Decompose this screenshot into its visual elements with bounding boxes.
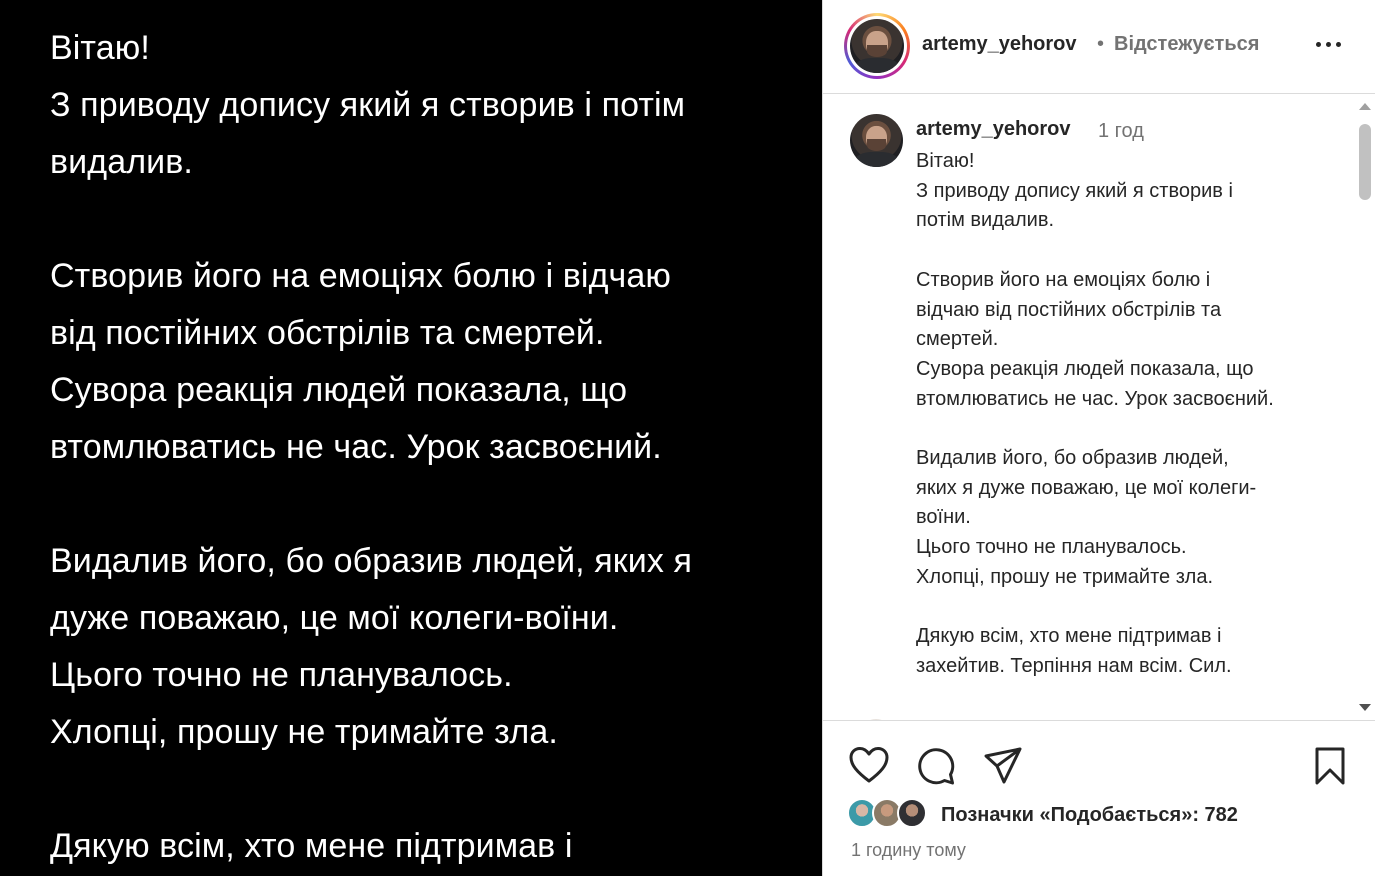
scroll-up-arrow-icon[interactable] (1359, 103, 1371, 110)
media-text: Вітаю! З приводу допису який я створив і… (50, 29, 693, 865)
post-media[interactable]: Вітаю! З приводу допису який я створив і… (0, 0, 822, 876)
follow-status[interactable]: Відстежується (1114, 33, 1259, 56)
story-ring[interactable] (844, 13, 910, 79)
scrollbar[interactable] (1355, 95, 1375, 720)
likes-count[interactable]: Позначки «Подобається»: 782 (941, 804, 1238, 827)
likes-row[interactable]: Позначки «Подобається»: 782 (847, 798, 1347, 834)
scroll-down-arrow-icon[interactable] (1359, 704, 1371, 711)
post-header: artemy_yehorov • Відстежується (823, 0, 1375, 94)
comment-avatar[interactable] (859, 719, 893, 720)
caption-avatar[interactable] (850, 114, 903, 167)
header-username[interactable]: artemy_yehorov (922, 33, 1077, 56)
send-icon[interactable] (982, 745, 1024, 787)
more-horizontal-icon[interactable] (1314, 40, 1344, 50)
post-timestamp[interactable]: 1 годину тому (851, 840, 966, 861)
caption-text: Вітаю! З приводу допису який я створив і… (916, 150, 1274, 677)
caption-time[interactable]: 1 год (1098, 120, 1144, 143)
comments-section[interactable]: artemy_yehorov 1 год Вітаю! З приводу до… (823, 95, 1375, 721)
bookmark-icon[interactable] (1311, 746, 1349, 786)
header-separator: • (1097, 33, 1105, 55)
scrollbar-thumb[interactable] (1359, 124, 1371, 200)
liker-avatar[interactable] (897, 798, 927, 828)
avatar[interactable] (850, 19, 904, 73)
caption-username[interactable]: artemy_yehorov (916, 118, 1071, 141)
heart-icon[interactable] (848, 745, 890, 785)
comment-icon[interactable] (915, 745, 957, 787)
post-side-panel: artemy_yehorov • Відстежується artemy_ye… (822, 0, 1375, 876)
